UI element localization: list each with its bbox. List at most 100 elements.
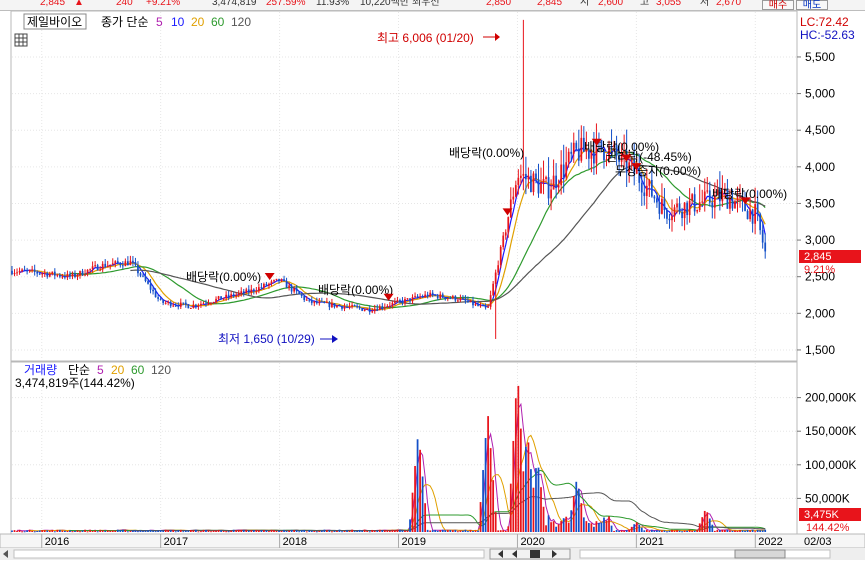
candle-body — [76, 275, 79, 278]
volume-bar — [205, 529, 207, 532]
candle-body — [353, 305, 356, 307]
volume-bar — [336, 530, 338, 532]
price-tick-label: 4,000 — [805, 160, 835, 174]
candle-body — [550, 189, 552, 199]
candle-body — [129, 260, 132, 266]
price-tick-label: 5,000 — [805, 87, 835, 101]
sell-button[interactable]: 매도 — [796, 0, 828, 10]
volume-bar — [174, 531, 177, 533]
candle-body — [182, 302, 185, 304]
volume-bar — [46, 530, 49, 532]
volume-bar — [207, 530, 210, 532]
candle-body — [487, 306, 489, 308]
volume-bar — [368, 531, 371, 533]
volume-bar — [482, 470, 484, 532]
scroll-track[interactable] — [13, 549, 485, 559]
volume-bar — [109, 530, 112, 532]
candle-body — [290, 285, 293, 292]
candle-body — [310, 300, 313, 304]
volume-bar — [361, 530, 364, 532]
volume-bar — [237, 529, 240, 532]
legend-vol-ma20: 20 — [111, 363, 125, 377]
candle-body — [114, 261, 117, 264]
volume-bar — [582, 517, 585, 532]
date-tick-label: 2022 — [758, 536, 782, 548]
volume-bar — [124, 529, 127, 532]
candle-body — [86, 269, 89, 275]
candle-body — [746, 210, 749, 220]
volume-bar — [676, 530, 678, 532]
candle-body — [388, 305, 391, 307]
volume-bar — [640, 527, 643, 532]
event-label: 무상증자(0.00%) — [615, 164, 701, 178]
candle-body — [570, 151, 573, 154]
chart-navigation-controls[interactable] — [489, 548, 571, 560]
volume-bar — [147, 530, 149, 532]
volume-bar — [69, 530, 71, 532]
candle-body — [220, 296, 222, 300]
candle-body — [708, 190, 711, 203]
volume-bar — [414, 465, 416, 532]
volume-bar — [363, 529, 366, 532]
volume-bar — [41, 530, 44, 532]
volume-bar — [693, 530, 696, 532]
candle-body — [152, 289, 154, 292]
grid-menu-icon[interactable] — [14, 33, 28, 47]
volume-bar — [527, 442, 530, 532]
volume-bar — [628, 529, 631, 532]
buy-button[interactable]: 매수 — [762, 0, 794, 10]
zoom-track[interactable] — [579, 549, 831, 559]
candle-body — [444, 297, 447, 300]
stock-name[interactable]: 제일바이오 — [27, 15, 82, 29]
volume-bar — [58, 529, 61, 532]
price-tick-label: 3,000 — [805, 233, 835, 247]
candle-body — [33, 269, 36, 273]
volume-bar — [761, 530, 764, 532]
volume-bar — [366, 530, 369, 532]
candle-body — [552, 175, 555, 190]
candle-body — [46, 273, 49, 277]
volume-bar — [648, 531, 651, 533]
current-change-value: 9.21% — [804, 264, 835, 276]
volume-bar — [104, 530, 107, 532]
candle-body — [89, 269, 91, 271]
volume-bar — [152, 530, 154, 532]
candle-body — [419, 296, 421, 298]
candle-body — [202, 303, 205, 305]
candle-body — [36, 272, 39, 274]
candle-body — [462, 298, 464, 300]
candle-body — [200, 303, 202, 306]
candle-body — [58, 274, 61, 277]
volume-bar — [74, 530, 76, 532]
candle-body — [225, 294, 228, 299]
volume-bar — [210, 531, 212, 533]
volume-bar — [86, 531, 89, 533]
candle-body — [698, 202, 701, 210]
nav-stop-icon[interactable] — [530, 550, 540, 558]
volume-bar — [487, 416, 489, 532]
volume-bar — [751, 529, 754, 532]
zoom-thumb[interactable] — [734, 549, 786, 559]
candle-body — [661, 198, 663, 214]
chart-area[interactable]: 1,500 2,000 2,500 3,000 3,500 4,000 4,500 5,000… — [0, 10, 865, 560]
volume-bar — [295, 530, 298, 532]
candle-body — [507, 217, 510, 233]
volume-bar — [13, 530, 16, 532]
candle-body — [11, 270, 13, 275]
volume-bar — [48, 530, 51, 532]
candle-body — [562, 164, 565, 178]
volume-bar — [406, 530, 409, 532]
candle-body — [16, 272, 18, 274]
legend-ma120: 120 — [231, 15, 251, 29]
volume-bar — [600, 522, 603, 532]
volume-bar — [399, 529, 401, 532]
candle-body — [26, 270, 28, 272]
volume-bar — [222, 530, 225, 532]
volume-bar — [479, 502, 482, 532]
candle-body — [230, 294, 233, 297]
candle-body — [643, 192, 646, 197]
candle-body — [658, 202, 661, 214]
date-tick-label: 2016 — [45, 536, 69, 548]
candle-body — [144, 275, 147, 282]
volume-bar — [653, 530, 656, 532]
